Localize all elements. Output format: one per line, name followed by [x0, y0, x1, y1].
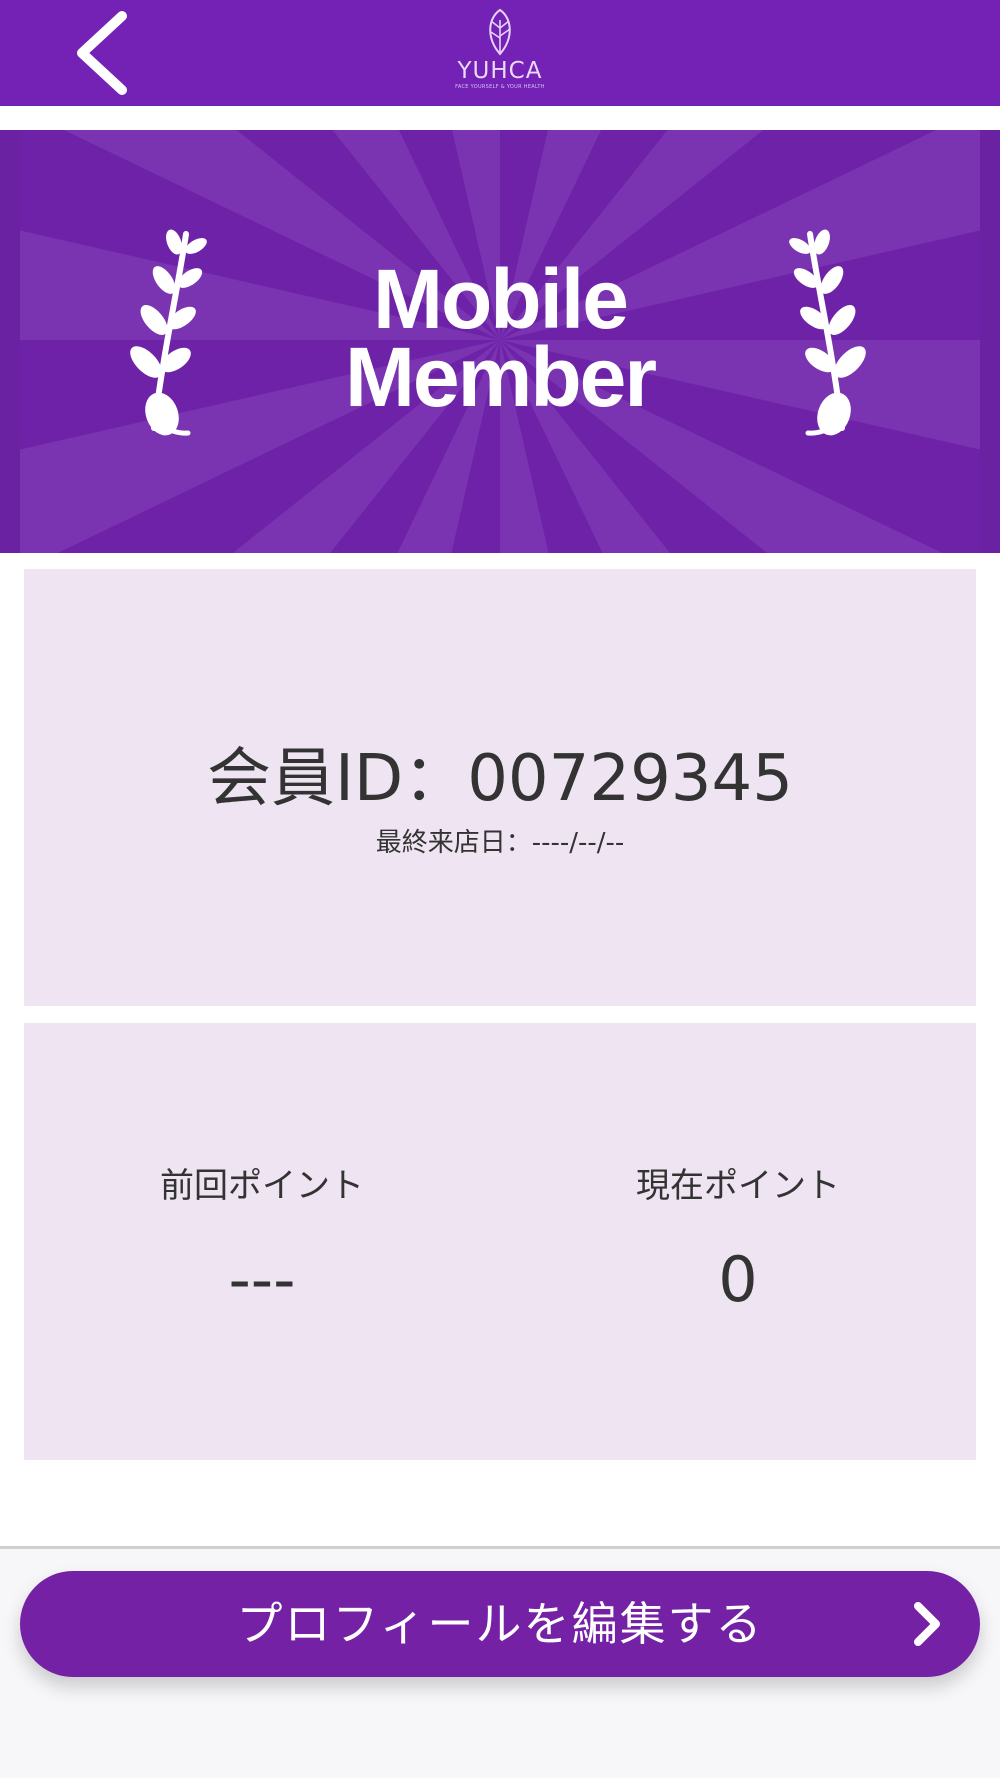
- last-visit-date: 最終来店日：----/--/--: [375, 828, 625, 858]
- banner-title-line1: Mobile: [373, 252, 629, 346]
- laurel-branch-icon: [130, 229, 207, 436]
- banner-edge-left: [0, 130, 20, 553]
- banner-edge-right: [980, 130, 1000, 553]
- chevron-left-icon: [77, 11, 127, 95]
- edit-profile-label: プロフィールを編集する: [236, 1597, 764, 1651]
- previous-points-value: ---: [228, 1243, 296, 1316]
- edit-profile-button[interactable]: プロフィールを編集する: [20, 1571, 980, 1677]
- member-id: 会員ID：00729345: [207, 742, 793, 816]
- yuhca-logo: YUHCA FACE YOURSELF & YOUR HEALTH: [440, 8, 560, 100]
- laurel-branch-icon: [789, 229, 866, 436]
- logo-wordmark: YUHCA: [457, 58, 543, 84]
- logo-tagline: FACE YOURSELF & YOUR HEALTH: [455, 84, 545, 90]
- banner-title-line2: Member: [344, 330, 657, 424]
- current-points-value: 0: [718, 1243, 758, 1316]
- banner-title: Mobile Member: [250, 252, 750, 424]
- app-header: YUHCA FACE YOURSELF & YOUR HEALTH: [0, 0, 1000, 106]
- back-button[interactable]: [58, 10, 148, 96]
- points-card: 前回ポイント --- 現在ポイント 0: [24, 1023, 976, 1460]
- leaf-logo-icon: [489, 8, 511, 56]
- previous-points-label: 前回ポイント: [160, 1166, 364, 1206]
- chevron-right-icon: [914, 1602, 940, 1646]
- member-id-card: 会員ID：00729345 最終来店日：----/--/--: [24, 569, 976, 1006]
- member-screen: YUHCA FACE YOURSELF & YOUR HEALTH Mobile…: [0, 0, 1000, 1778]
- previous-points: 前回ポイント ---: [24, 1163, 500, 1315]
- current-points: 現在ポイント 0: [500, 1163, 976, 1315]
- mobile-member-banner: Mobile Member: [0, 130, 1000, 553]
- current-points-label: 現在ポイント: [636, 1166, 840, 1206]
